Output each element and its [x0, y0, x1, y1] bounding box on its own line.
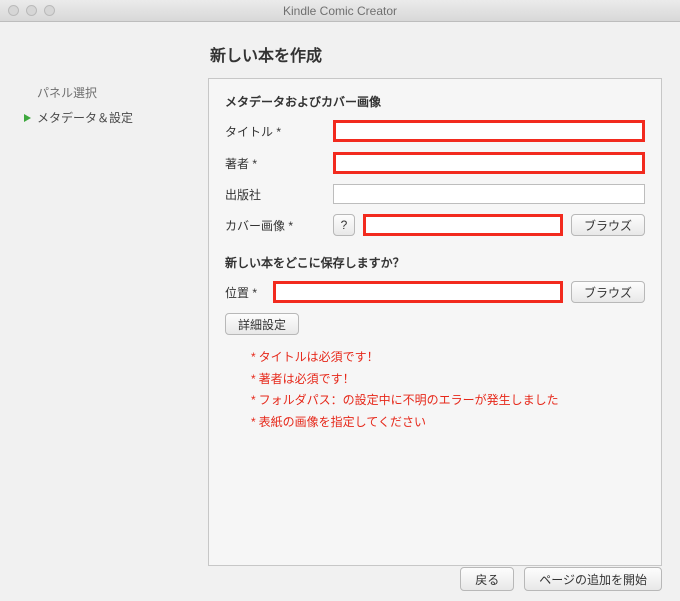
error-item: *フォルダパス：の設定中に不明のエラーが発生しました [251, 390, 645, 412]
browse-location-button[interactable]: ブラウズ [571, 281, 645, 303]
form-panel: メタデータおよびカバー画像 タイトル * 著者 * 出版社 カバー画像 * ? … [208, 78, 662, 566]
asterisk-icon: * [251, 372, 256, 386]
error-item: *著者は必須です！ [251, 369, 645, 391]
main: 新しい本を作成 メタデータおよびカバー画像 タイトル * 著者 * 出版社 カバ… [208, 22, 680, 558]
titlebar: Kindle Comic Creator [0, 0, 680, 22]
sidebar-item-label: メタデータ＆設定 [37, 109, 133, 126]
row-author: 著者 * [225, 152, 645, 174]
page-title: 新しい本を作成 [210, 42, 662, 66]
publisher-input[interactable] [333, 184, 645, 204]
asterisk-icon: * [251, 415, 256, 429]
sidebar: パネル選択 メタデータ＆設定 [0, 22, 208, 558]
asterisk-icon: * [251, 393, 256, 407]
cover-input[interactable] [363, 214, 563, 236]
row-publisher: 出版社 [225, 184, 645, 204]
label-title: タイトル * [225, 123, 325, 140]
label-author: 著者 * [225, 155, 325, 172]
label-location: 位置 * [225, 284, 265, 301]
help-button[interactable]: ? [333, 214, 355, 236]
sidebar-item-metadata[interactable]: メタデータ＆設定 [24, 105, 194, 130]
content-area: パネル選択 メタデータ＆設定 新しい本を作成 メタデータおよびカバー画像 タイト… [0, 22, 680, 558]
browse-cover-button[interactable]: ブラウズ [571, 214, 645, 236]
window-title: Kindle Comic Creator [0, 4, 680, 18]
error-list: *タイトルは必須です！ *著者は必須です！ *フォルダパス：の設定中に不明のエラ… [251, 347, 645, 433]
section-heading-save: 新しい本をどこに保存しますか？ [225, 254, 645, 271]
sidebar-item-panel[interactable]: パネル選択 [24, 80, 194, 105]
error-item: *表紙の画像を指定してください [251, 412, 645, 434]
back-button[interactable]: 戻る [460, 567, 514, 591]
arrow-right-icon [24, 114, 31, 122]
advanced-settings-button[interactable]: 詳細設定 [225, 313, 299, 335]
sidebar-item-label: パネル選択 [37, 84, 97, 101]
chevron-right-icon [24, 89, 31, 97]
title-input[interactable] [333, 120, 645, 142]
label-cover: カバー画像 * [225, 217, 325, 234]
row-cover: カバー画像 * ? ブラウズ [225, 214, 645, 236]
asterisk-icon: * [251, 350, 256, 364]
row-title: タイトル * [225, 120, 645, 142]
section-heading-metadata: メタデータおよびカバー画像 [225, 93, 645, 110]
author-input[interactable] [333, 152, 645, 174]
start-add-pages-button[interactable]: ページの追加を開始 [524, 567, 662, 591]
location-input[interactable] [273, 281, 563, 303]
label-publisher: 出版社 [225, 186, 325, 203]
error-item: *タイトルは必須です！ [251, 347, 645, 369]
row-location: 位置 * ブラウズ [225, 281, 645, 303]
